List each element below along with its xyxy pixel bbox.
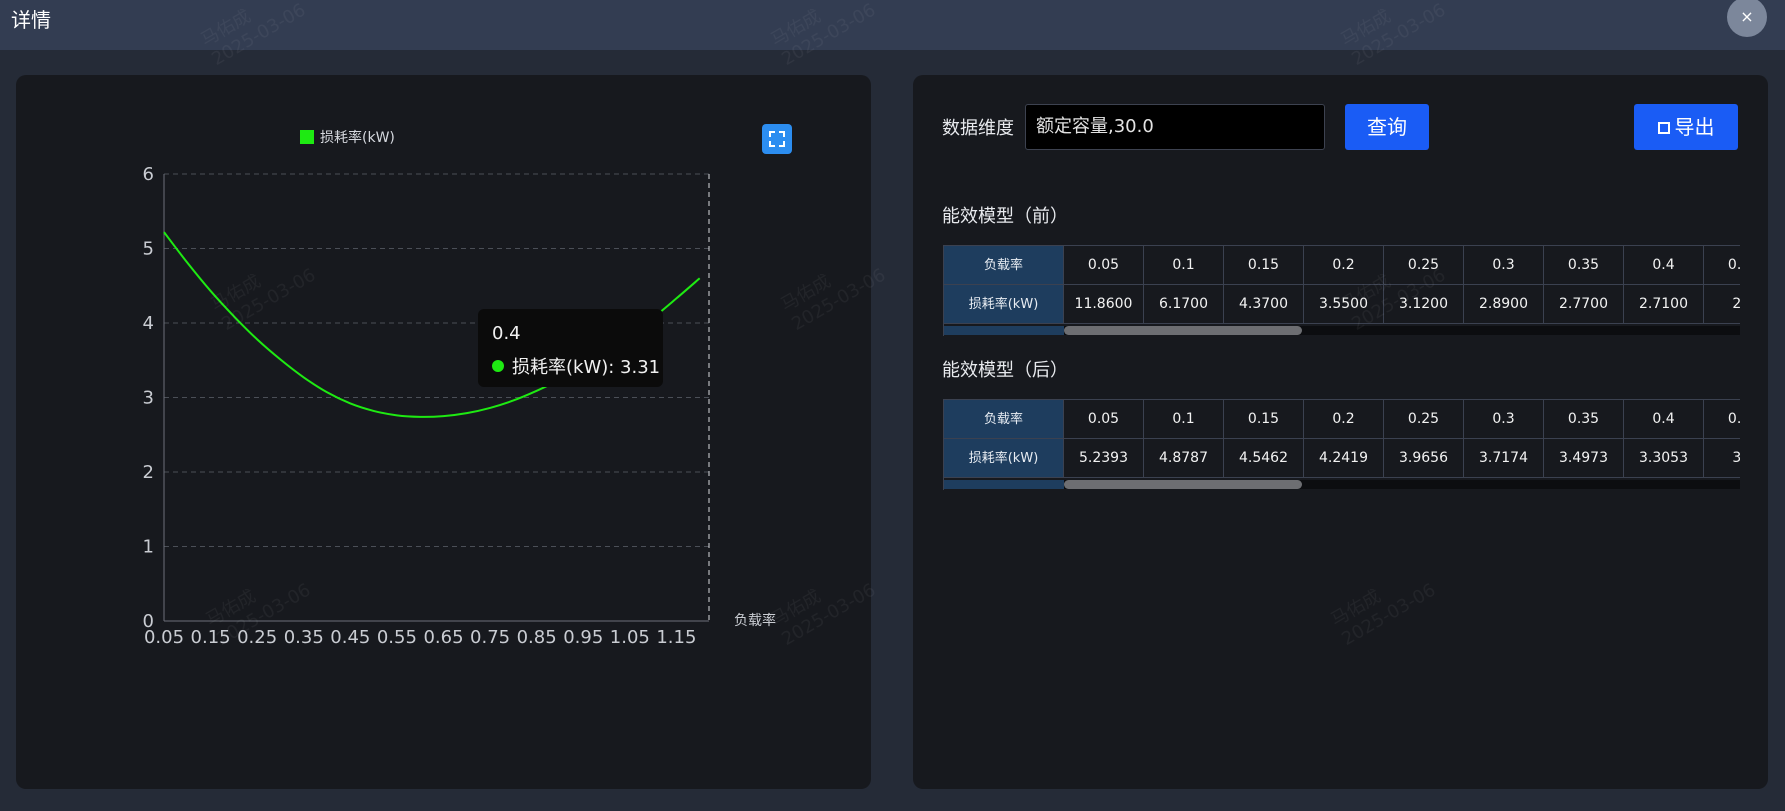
data-panel: 数据维度 额定容量,30.0 查询 导出 能效模型（前） 负载率 0.05 0.1… bbox=[913, 75, 1768, 789]
x-tick-label: 0.85 bbox=[517, 627, 557, 648]
table-cell: 3.5500 bbox=[1304, 285, 1384, 324]
x-tick-label: 1.05 bbox=[610, 627, 650, 648]
table-cell: 2.7 bbox=[1704, 285, 1740, 324]
table-cell: 3.4973 bbox=[1544, 439, 1624, 478]
legend-label: 损耗率(kW) bbox=[320, 130, 395, 146]
scrollbar-thumb[interactable] bbox=[1064, 480, 1302, 489]
table-cell: 0.4 bbox=[1624, 400, 1704, 439]
table-cell: 0.1 bbox=[1144, 400, 1224, 439]
chart-tooltip: 0.4 损耗率(kW): 3.31 bbox=[478, 309, 663, 387]
loss-rate-chart: 01234560.05 0.15 0.25 0.35 0.45 0.55 0.65 0.75 0… bbox=[143, 164, 776, 648]
table-cell: 4.5462 bbox=[1224, 439, 1304, 478]
x-axis-label: 负载率 bbox=[734, 612, 776, 629]
table-cell: 0.3 bbox=[1464, 246, 1544, 285]
table-cell: 0.05 bbox=[1064, 400, 1144, 439]
table-after-loss-row: 损耗率(kW) 5.2393 4.8787 4.5462 4.2419 3.9656 3.… bbox=[944, 439, 1740, 478]
legend-swatch bbox=[300, 130, 314, 144]
scrollbar-fixed-column bbox=[944, 480, 1064, 489]
fullscreen-icon bbox=[769, 131, 785, 147]
y-tick-label: 4 bbox=[143, 313, 154, 334]
table-cell: 0.25 bbox=[1384, 246, 1464, 285]
x-tick-label: 0.35 bbox=[284, 627, 324, 648]
table-cell: 2.7700 bbox=[1544, 285, 1624, 324]
table-cell: 3.1200 bbox=[1384, 285, 1464, 324]
table-row-header: 损耗率(kW) bbox=[944, 439, 1064, 478]
table-cell: 5.2393 bbox=[1064, 439, 1144, 478]
table-cell: 0.35 bbox=[1544, 400, 1624, 439]
table-cell: 0.45 bbox=[1704, 246, 1740, 285]
y-tick-label: 1 bbox=[143, 537, 154, 558]
dimension-input[interactable]: 额定容量,30.0 bbox=[1025, 104, 1325, 150]
table-after-load-row: 负载率 0.050.10.150.20.250.30.350.40.45 bbox=[944, 400, 1740, 439]
table-cell: 4.3700 bbox=[1224, 285, 1304, 324]
fullscreen-button[interactable] bbox=[762, 124, 792, 154]
y-tick-label: 3 bbox=[143, 388, 154, 409]
table-cell: 2.8900 bbox=[1464, 285, 1544, 324]
table-before-load-row: 负载率 0.050.10.150.20.250.30.350.40.45 bbox=[944, 246, 1740, 285]
table-cell: 3.1 bbox=[1704, 439, 1740, 478]
dimension-label: 数据维度 bbox=[942, 118, 1014, 139]
table-cell: 0.4 bbox=[1624, 246, 1704, 285]
table-cell: 6.1700 bbox=[1144, 285, 1224, 324]
x-tick-label: 0.15 bbox=[191, 627, 231, 648]
y-tick-label: 5 bbox=[143, 239, 154, 260]
x-tick-label: 0.45 bbox=[330, 627, 370, 648]
table-cell: 0.25 bbox=[1384, 400, 1464, 439]
y-tick-label: 2 bbox=[143, 462, 154, 483]
export-button-label: 导出 bbox=[1674, 115, 1715, 139]
table-cell: 11.8600 bbox=[1064, 285, 1144, 324]
table-before-title: 能效模型（前） bbox=[942, 206, 1068, 227]
x-tick-label: 0.65 bbox=[423, 627, 463, 648]
x-tick-label: 0.95 bbox=[563, 627, 603, 648]
table-cell: 3.3053 bbox=[1624, 439, 1704, 478]
table-cell: 0.1 bbox=[1144, 246, 1224, 285]
table-cell: 4.8787 bbox=[1144, 439, 1224, 478]
table-after-title: 能效模型（后） bbox=[942, 360, 1068, 381]
chart-panel: 0 1 2 3 4 5 6 0.05 0.15 0.25 0.35 0.45 0.55 0.65 0.75 0… bbox=[16, 75, 871, 789]
table-cell: 4.2419 bbox=[1304, 439, 1384, 478]
table-row-header: 负载率 bbox=[944, 400, 1064, 439]
table-before: 负载率 0.050.10.150.20.250.30.350.40.45 损耗率… bbox=[943, 245, 1740, 336]
tooltip-x-value: 0.4 bbox=[492, 323, 521, 344]
x-tick-label: 0.75 bbox=[470, 627, 510, 648]
tooltip-dot bbox=[492, 360, 504, 372]
table-after: 负载率 0.050.10.150.20.250.30.350.40.45 损耗率… bbox=[943, 399, 1740, 490]
scrollbar-thumb[interactable] bbox=[1064, 326, 1302, 335]
table-cell: 0.15 bbox=[1224, 246, 1304, 285]
table-cell: 0.15 bbox=[1224, 400, 1304, 439]
table-cell: 0.45 bbox=[1704, 400, 1740, 439]
table-cell: 0.35 bbox=[1544, 246, 1624, 285]
dialog-header: 详情 × bbox=[0, 0, 1785, 50]
tooltip-series-row: 损耗率(kW): 3.31 bbox=[492, 353, 660, 379]
x-tick-label: 0.05 bbox=[144, 627, 184, 648]
scrollbar-fixed-column bbox=[944, 326, 1064, 335]
query-button[interactable]: 查询 bbox=[1345, 104, 1429, 150]
table-row-header: 负载率 bbox=[944, 246, 1064, 285]
dialog-title: 详情 bbox=[11, 8, 51, 32]
export-button[interactable]: 导出 bbox=[1634, 104, 1738, 150]
x-tick-label: 1.15 bbox=[656, 627, 696, 648]
table-cell: 3.7174 bbox=[1464, 439, 1544, 478]
y-tick-label: 6 bbox=[143, 164, 154, 185]
table-cell: 3.9656 bbox=[1384, 439, 1464, 478]
x-tick-label: 0.55 bbox=[377, 627, 417, 648]
table-row-header: 损耗率(kW) bbox=[944, 285, 1064, 324]
chart-legend[interactable]: 损耗率(kW) bbox=[300, 127, 395, 147]
table-cell: 2.7100 bbox=[1624, 285, 1704, 324]
close-button[interactable]: × bbox=[1727, 0, 1767, 37]
tooltip-series-value: 损耗率(kW): 3.31 bbox=[512, 357, 661, 378]
x-tick-label: 0.25 bbox=[237, 627, 277, 648]
table-before-scrollbar[interactable] bbox=[944, 326, 1740, 335]
table-after-scrollbar[interactable] bbox=[944, 480, 1740, 489]
table-before-loss-row: 损耗率(kW) 11.8600 6.1700 4.3700 3.5500 3.1200 2… bbox=[944, 285, 1740, 324]
export-icon bbox=[1657, 122, 1670, 134]
table-cell: 0.2 bbox=[1304, 400, 1384, 439]
table-cell: 0.05 bbox=[1064, 246, 1144, 285]
table-cell: 0.3 bbox=[1464, 400, 1544, 439]
table-cell: 0.2 bbox=[1304, 246, 1384, 285]
